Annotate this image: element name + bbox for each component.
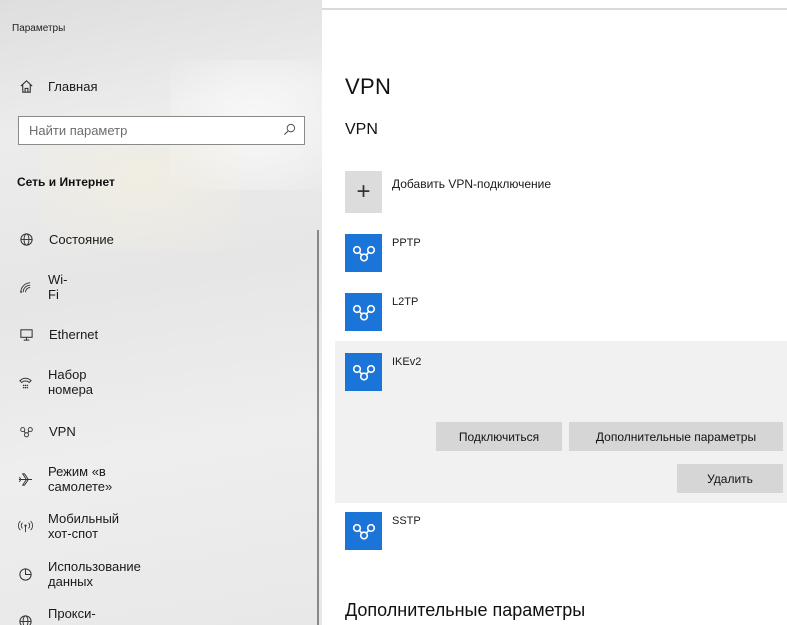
data-usage-icon	[18, 566, 33, 582]
vpn-connection-sstp[interactable]: SSTP	[345, 512, 421, 550]
sidebar-item-dialup[interactable]: Набор номера	[18, 367, 94, 397]
vpn-connection-icon	[345, 512, 382, 550]
vpn-connection-icon	[345, 353, 382, 391]
connect-button[interactable]: Подключиться	[436, 422, 562, 451]
search-input[interactable]: Найти параметр	[18, 116, 305, 145]
advanced-options-button[interactable]: Дополнительные параметры	[569, 422, 783, 451]
add-vpn-label: Добавить VPN-подключение	[392, 177, 551, 191]
sidebar: Параметры Главная Найти параметр Сеть и …	[0, 0, 322, 625]
sidebar-item-label: VPN	[49, 423, 76, 439]
wifi-icon	[18, 279, 33, 295]
sidebar-item-wifi[interactable]: Wi-Fi	[18, 272, 69, 302]
sidebar-item-label: Режим «в самолете»	[48, 464, 113, 494]
home-icon	[17, 77, 35, 95]
vpn-icon	[18, 423, 34, 439]
sidebar-item-label: Wi-Fi	[48, 272, 68, 302]
sidebar-item-label: Прокси-сервер	[48, 606, 96, 625]
vpn-connection-name: IKEv2	[392, 356, 422, 368]
search-placeholder: Найти параметр	[29, 123, 128, 138]
home-nav-item[interactable]: Главная	[17, 77, 97, 95]
sidebar-item-proxy[interactable]: Прокси-сервер	[18, 606, 97, 625]
dialup-icon	[18, 374, 33, 390]
proxy-icon	[18, 613, 33, 625]
vpn-connection-pptp[interactable]: PPTP	[345, 234, 421, 272]
sidebar-item-data-usage[interactable]: Использование данных	[18, 559, 142, 589]
sidebar-item-label: Состояние	[49, 231, 114, 247]
plus-icon: +	[345, 171, 382, 213]
vpn-connection-name: SSTP	[392, 515, 421, 527]
sidebar-item-status[interactable]: Состояние	[18, 229, 114, 249]
add-vpn-connection-button[interactable]: + Добавить VPN-подключение	[345, 171, 551, 213]
sidebar-item-vpn[interactable]: VPN	[18, 421, 76, 441]
delete-button[interactable]: Удалить	[677, 464, 783, 493]
vpn-connection-l2tp[interactable]: L2TP	[345, 293, 418, 331]
sidebar-item-label: Использование данных	[48, 559, 141, 589]
sidebar-item-ethernet[interactable]: Ethernet	[18, 324, 98, 344]
section-heading: Сеть и Интернет	[17, 175, 115, 189]
globe-icon	[18, 231, 34, 247]
home-label: Главная	[48, 78, 98, 94]
window-title: Параметры	[12, 23, 66, 34]
hotspot-icon	[18, 518, 33, 534]
sidebar-scrollbar[interactable]	[317, 230, 319, 625]
sidebar-item-airplane[interactable]: Режим «в самолете»	[18, 464, 113, 494]
sidebar-item-label: Мобильный хот-спот	[48, 511, 120, 541]
sidebar-item-hotspot[interactable]: Мобильный хот-спот	[18, 511, 120, 541]
ethernet-icon	[18, 326, 34, 342]
vpn-connection-icon	[345, 293, 382, 331]
vpn-connection-name: PPTP	[392, 237, 421, 249]
top-divider	[322, 8, 787, 10]
vpn-connection-ikev2[interactable]: IKEv2	[345, 353, 421, 391]
search-icon	[283, 123, 296, 139]
sidebar-item-label: Ethernet	[49, 326, 99, 342]
vpn-connection-icon	[345, 234, 382, 272]
advanced-options-heading: Дополнительные параметры	[345, 600, 586, 620]
sidebar-item-label: Набор номера	[48, 367, 94, 397]
airplane-icon	[18, 471, 33, 487]
page-title: VPN	[345, 74, 392, 99]
section-title: VPN	[345, 121, 378, 138]
vpn-connection-name: L2TP	[392, 296, 419, 308]
